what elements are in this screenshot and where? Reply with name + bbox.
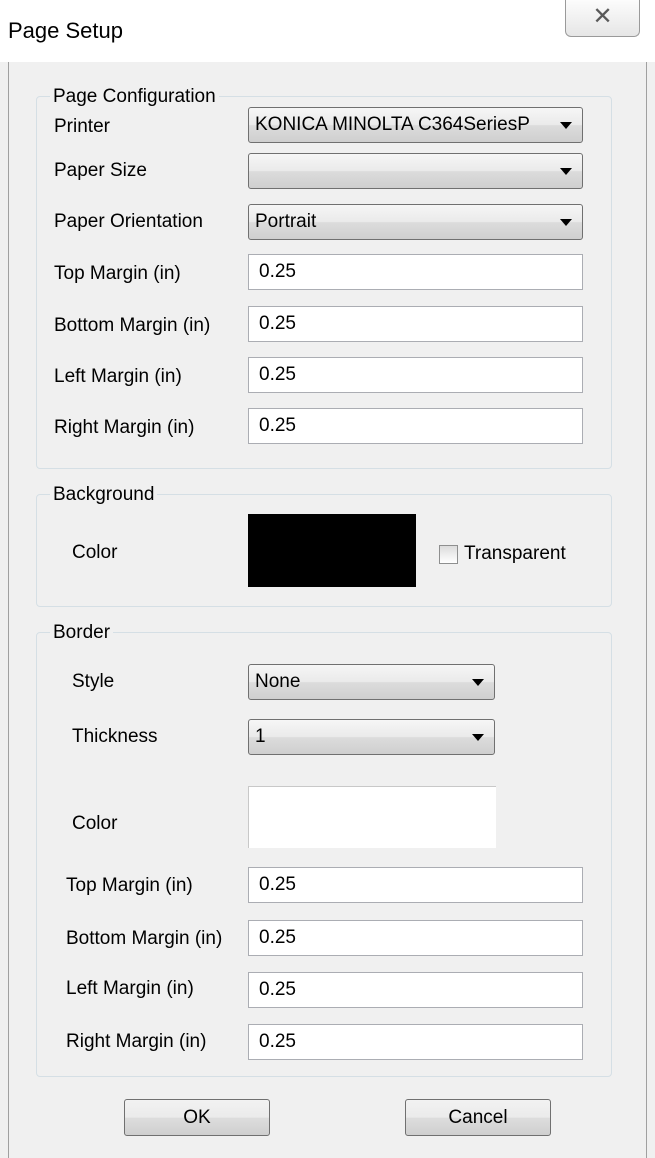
right-margin-label: Right Margin (in) xyxy=(54,417,195,438)
border-left-margin-label: Left Margin (in) xyxy=(66,978,194,999)
border-bottom-margin-input[interactable]: 0.25 xyxy=(248,920,583,956)
top-margin-input[interactable]: 0.25 xyxy=(248,254,583,290)
chevron-down-icon xyxy=(472,679,484,686)
printer-dropdown[interactable]: KONICA MINOLTA C364SeriesP xyxy=(248,107,583,143)
transparent-checkbox[interactable] xyxy=(439,545,458,564)
cancel-button[interactable]: Cancel xyxy=(405,1099,551,1136)
background-color-label: Color xyxy=(72,542,118,563)
page-configuration-group-title: Page Configuration xyxy=(50,86,219,108)
background-color-swatch[interactable] xyxy=(248,514,416,587)
chevron-down-icon xyxy=(560,168,572,175)
chevron-down-icon xyxy=(560,219,572,226)
background-group-title: Background xyxy=(50,484,158,506)
border-left-margin-input[interactable]: 0.25 xyxy=(248,972,583,1008)
paper-orientation-label: Paper Orientation xyxy=(54,211,203,232)
border-top-margin-label: Top Margin (in) xyxy=(66,875,193,896)
left-margin-input[interactable]: 0.25 xyxy=(248,357,583,393)
border-right-margin-input[interactable]: 0.25 xyxy=(248,1024,583,1060)
border-right-margin-label: Right Margin (in) xyxy=(66,1031,207,1052)
bottom-margin-input[interactable]: 0.25 xyxy=(248,306,583,342)
dialog-title: Page Setup xyxy=(8,18,123,43)
right-margin-input[interactable]: 0.25 xyxy=(248,408,583,444)
page-setup-dialog: Page Setup ✕ Page Configuration Printer … xyxy=(0,0,655,1158)
border-style-selected-value: None xyxy=(255,671,301,692)
printer-selected-value: KONICA MINOLTA C364SeriesP xyxy=(255,114,530,135)
chevron-down-icon xyxy=(560,122,572,129)
border-style-dropdown[interactable]: None xyxy=(248,664,495,700)
close-button[interactable]: ✕ xyxy=(565,0,640,37)
paper-orientation-selected-value: Portrait xyxy=(255,211,317,232)
printer-label: Printer xyxy=(54,116,110,137)
paper-size-dropdown[interactable] xyxy=(248,153,583,189)
border-color-label: Color xyxy=(72,813,118,834)
border-color-swatch[interactable] xyxy=(248,786,496,848)
transparent-label: Transparent xyxy=(464,543,566,564)
chevron-down-icon xyxy=(472,734,484,741)
left-margin-label: Left Margin (in) xyxy=(54,366,182,387)
border-style-label: Style xyxy=(72,671,115,692)
top-margin-label: Top Margin (in) xyxy=(54,263,181,284)
title-bar[interactable]: Page Setup ✕ xyxy=(0,0,655,62)
border-thickness-dropdown[interactable]: 1 xyxy=(248,719,495,755)
border-thickness-selected-value: 1 xyxy=(255,726,266,747)
dialog-client-area: Page Configuration Printer KONICA MINOLT… xyxy=(8,62,647,1158)
paper-size-label: Paper Size xyxy=(54,160,147,181)
border-thickness-label: Thickness xyxy=(72,726,158,747)
close-icon: ✕ xyxy=(592,3,613,30)
border-group-title: Border xyxy=(50,622,114,644)
border-bottom-margin-label: Bottom Margin (in) xyxy=(66,928,223,949)
paper-orientation-dropdown[interactable]: Portrait xyxy=(248,204,583,240)
bottom-margin-label: Bottom Margin (in) xyxy=(54,315,211,336)
border-top-margin-input[interactable]: 0.25 xyxy=(248,867,583,903)
ok-button[interactable]: OK xyxy=(124,1099,270,1136)
